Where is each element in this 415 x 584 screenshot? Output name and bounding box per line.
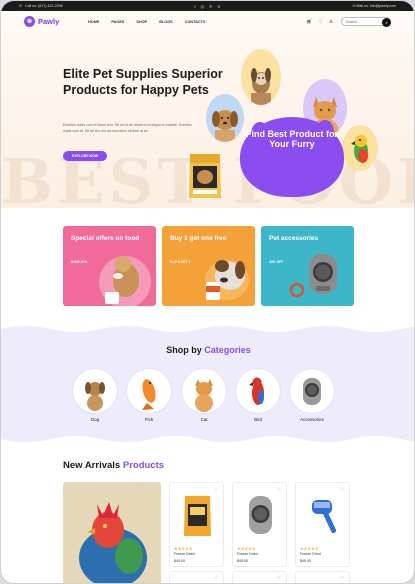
product-name: Freeze Dried [300, 552, 321, 556]
product-price: $49.00 [174, 559, 185, 563]
fish-icon [142, 379, 156, 410]
offer-card-accessories[interactable]: Pet accessories 20% OFF [261, 226, 354, 306]
cat-icon [195, 379, 213, 412]
category-fish[interactable]: Fish [127, 369, 171, 422]
offer-subtitle: BUY 1 GET 1 [170, 260, 191, 264]
pinterest-icon[interactable]: ℗ [209, 4, 212, 9]
wishlist-heart-icon[interactable]: ♡ [340, 575, 344, 581]
topbar-email[interactable]: ✉ Mail us: info@pawly.com [270, 4, 396, 8]
categories-title: Shop by Categories [1, 345, 414, 355]
search-icon[interactable]: ⌕ [382, 17, 391, 27]
email-text: Mail us: info@pawly.com [356, 4, 397, 8]
offer-card-bogo[interactable]: Buy 1 get one free BUY 1 GET 1 [162, 226, 255, 306]
offer-subtitle: 20% OFF [269, 260, 284, 264]
nav-home[interactable]: HOME [88, 20, 99, 24]
product-card-partial[interactable]: ♡ [232, 571, 287, 583]
backpack-icon [303, 378, 321, 405]
topbar-phone[interactable]: ✆ Call us: (617) 422-2236 [19, 4, 145, 8]
product-image [312, 500, 337, 534]
categories-section: Shop by Categories Dog Fish Cat Bird Acc… [1, 323, 414, 445]
main-nav: HOME PAGES SHOP BLOGS CONTACTS [88, 20, 206, 24]
category-cat[interactable]: Cat [182, 369, 226, 422]
nav-shop[interactable]: SHOP [136, 20, 147, 24]
category-image [290, 369, 334, 413]
category-image [127, 369, 171, 413]
product-card[interactable]: ♡ ★★★★★ Freeze Dried $49.00 [295, 482, 350, 567]
product-price: $49.00 [300, 559, 311, 563]
new-arrivals-title: New Arrivals Products [63, 460, 164, 471]
product-name: Freeze Dried [174, 552, 195, 556]
instagram-icon[interactable]: ◎ [201, 4, 205, 9]
category-label: Bird [254, 417, 262, 422]
offer-card-food[interactable]: Special offers on food SAVE 20% [63, 226, 156, 306]
paw-text: Find Best Product for Your Furry [246, 129, 338, 149]
category-dog[interactable]: Dog [73, 369, 117, 422]
top-bar: ✆ Call us: (617) 422-2236 f ◎ ℗ ✕ ✉ Mail… [1, 1, 414, 11]
product-card-partial[interactable]: ♡ [169, 571, 224, 583]
facebook-icon[interactable]: f [195, 4, 196, 9]
nav-pages[interactable]: PAGES [111, 20, 124, 24]
offer-subtitle: SAVE 20% [71, 260, 88, 264]
hero-section: BEST FOOD Elite Pet Supplies Superior Pr… [1, 32, 414, 208]
category-label: Fish [144, 417, 154, 422]
category-label: Cat [200, 417, 208, 422]
nav-blogs[interactable]: BLOGS [159, 20, 173, 24]
offer-title: Pet accessories [269, 235, 319, 242]
product-card-partial[interactable]: ♡ [295, 571, 350, 583]
product-image [184, 496, 211, 536]
phone-text: Call us: (617) 422-2236 [25, 4, 63, 8]
category-bird[interactable]: Bird [236, 369, 280, 422]
bird-icon [249, 377, 264, 405]
rating-stars: ★★★★★ [300, 547, 319, 551]
cart-icon[interactable]: 🛒︎ [306, 19, 312, 25]
arrivals-title-plain: New Arrivals [63, 460, 121, 471]
product-image [249, 496, 272, 534]
header-icons: 🛒︎ ♡ ♙ [306, 19, 333, 25]
rating-stars: ★★★★★ [237, 547, 256, 551]
x-icon[interactable]: ✕ [217, 4, 220, 9]
category-accessories[interactable]: Accessories [290, 369, 334, 422]
offer-title: Special offers on food [71, 235, 140, 242]
heart-icon[interactable]: ♡ [318, 19, 322, 25]
user-icon[interactable]: ♙ [329, 19, 333, 25]
logo-text: Pawly [38, 17, 60, 26]
category-image [236, 369, 280, 413]
featured-product-image[interactable] [63, 482, 161, 583]
product-card[interactable]: ♡ ★★★★★ Freeze Dried $49.00 [232, 482, 287, 567]
product-price: $49.00 [237, 559, 248, 563]
category-image [182, 369, 226, 413]
logo[interactable]: ❀ Pawly [24, 16, 59, 27]
search-placeholder: Search... [346, 20, 360, 24]
nav-contacts[interactable]: CONTACTS [185, 20, 206, 24]
offer-banners: Special offers on food SAVE 20% Buy 1 ge… [63, 226, 354, 306]
phone-icon: ✆ [19, 4, 23, 8]
product-name: Freeze Dried [237, 552, 258, 556]
wishlist-heart-icon[interactable]: ♡ [277, 575, 281, 581]
offer-title: Buy 1 get one free [170, 235, 227, 242]
wishlist-heart-icon[interactable]: ♡ [214, 575, 218, 581]
rating-stars: ★★★★★ [174, 547, 193, 551]
category-label: Accessories [300, 417, 324, 422]
category-image [73, 369, 117, 413]
social-links: f ◎ ℗ ✕ [145, 4, 271, 9]
site-header: ❀ Pawly HOME PAGES SHOP BLOGS CONTACTS 🛒… [1, 11, 414, 32]
search-input[interactable]: Search... ⌕ [341, 17, 391, 27]
page-frame: ✆ Call us: (617) 422-2236 f ◎ ℗ ✕ ✉ Mail… [0, 0, 415, 584]
product-bag-image [189, 154, 221, 198]
categories-title-plain: Shop by [166, 345, 202, 355]
product-card[interactable]: ♡ ★★★★★ Freeze Dried $49.00 [169, 482, 224, 567]
category-label: Dog [90, 417, 100, 422]
arrivals-title-accent: Products [122, 460, 165, 471]
categories-title-accent: Categories [204, 345, 251, 355]
dog-icon [85, 382, 105, 411]
paw-logo-icon: ❀ [24, 16, 35, 27]
rooster-illustration [63, 482, 161, 583]
